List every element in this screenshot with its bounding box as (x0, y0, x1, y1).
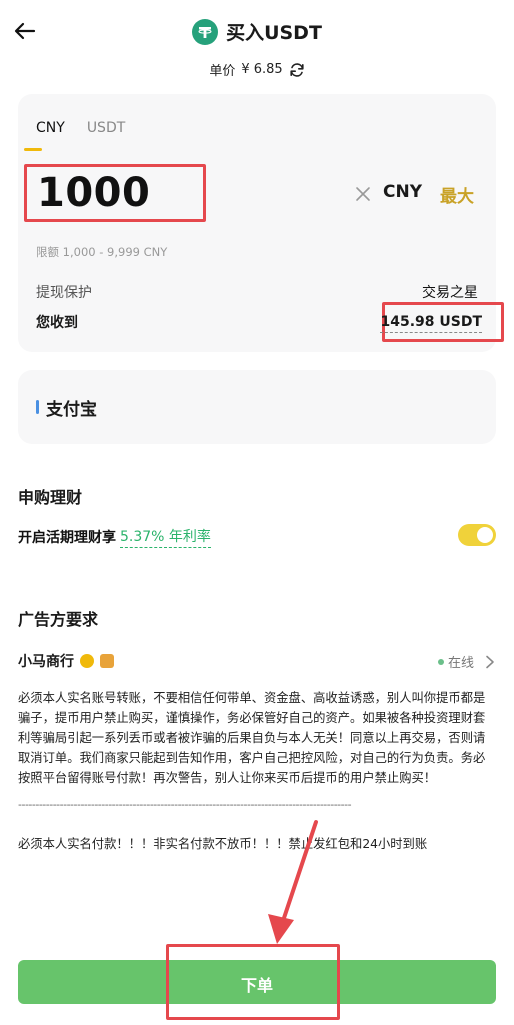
currency-tabs: CNY USDT (36, 120, 125, 136)
annotation-arrow-icon (268, 820, 318, 944)
page-title: 买入USDT (226, 22, 322, 44)
online-label: 在线 (447, 656, 474, 671)
payment-marker (36, 400, 39, 414)
advertiser-title: 广告方要求 (18, 610, 99, 629)
merchant-row[interactable]: 小马商行 在线 (18, 650, 496, 672)
earn-rate[interactable]: 5.37% 年利率 (120, 526, 211, 548)
price-label: 单价 (209, 64, 236, 79)
tab-cny[interactable]: CNY (36, 120, 65, 136)
online-status: 在线 (437, 652, 496, 671)
receive-value: 145.98 USDT (380, 314, 482, 333)
merchant-name: 小马商行 (18, 654, 74, 670)
earn-row: 开启活期理财享 5.37% 年利率 (18, 524, 496, 548)
withdraw-label: 提现保护 (36, 285, 92, 301)
advertiser-terms: 必须本人实名账号转账，不要相信任何带单、资金盘、高收益诱惑，别人叫你提币都是骗子… (18, 691, 486, 785)
merchant-badge-icon (100, 654, 114, 668)
unit-price-row: 单价 ¥ 6.85 (0, 60, 514, 79)
order-button-label: 下单 (240, 976, 273, 995)
tab-usdt[interactable]: USDT (87, 120, 125, 136)
price-value: ¥ 6.85 (241, 62, 283, 77)
withdraw-protection-row: 提现保护 交易之星 (36, 282, 478, 302)
tether-icon (192, 18, 219, 45)
clear-icon[interactable] (354, 185, 372, 203)
withdraw-value: 交易之星 (422, 285, 478, 301)
verified-badge-icon (80, 654, 94, 668)
terms-divider: ----------------------------------------… (18, 798, 352, 811)
subscription-title: 申购理财 (18, 488, 83, 507)
top-bar: 买入USDT (0, 0, 514, 60)
online-dot-icon (437, 658, 444, 665)
chevron-right-icon[interactable] (484, 655, 496, 669)
toggle-knob (477, 527, 493, 543)
amount-input[interactable]: 1000 (24, 164, 206, 222)
payment-method: 支付宝 (46, 400, 97, 420)
max-button[interactable]: 最大 (440, 182, 474, 207)
amount-limit: 限额 1,000 - 9,999 CNY (36, 245, 168, 259)
place-order-button[interactable]: 下单 (18, 960, 496, 1004)
receive-label: 您收到 (36, 315, 78, 331)
title-group: 买入USDT (0, 18, 514, 45)
amount-unit: CNY (383, 182, 423, 202)
active-tab-indicator (24, 148, 42, 151)
amount-value: 1000 (37, 170, 151, 216)
payment-method-card[interactable]: 支付宝 (18, 370, 496, 444)
earn-label: 开启活期理财享 (18, 530, 116, 546)
earn-toggle[interactable] (458, 524, 496, 546)
refresh-icon[interactable] (289, 62, 305, 78)
amount-card: CNY USDT 1000 CNY 最大 限额 1,000 - 9,999 CN… (18, 94, 504, 352)
